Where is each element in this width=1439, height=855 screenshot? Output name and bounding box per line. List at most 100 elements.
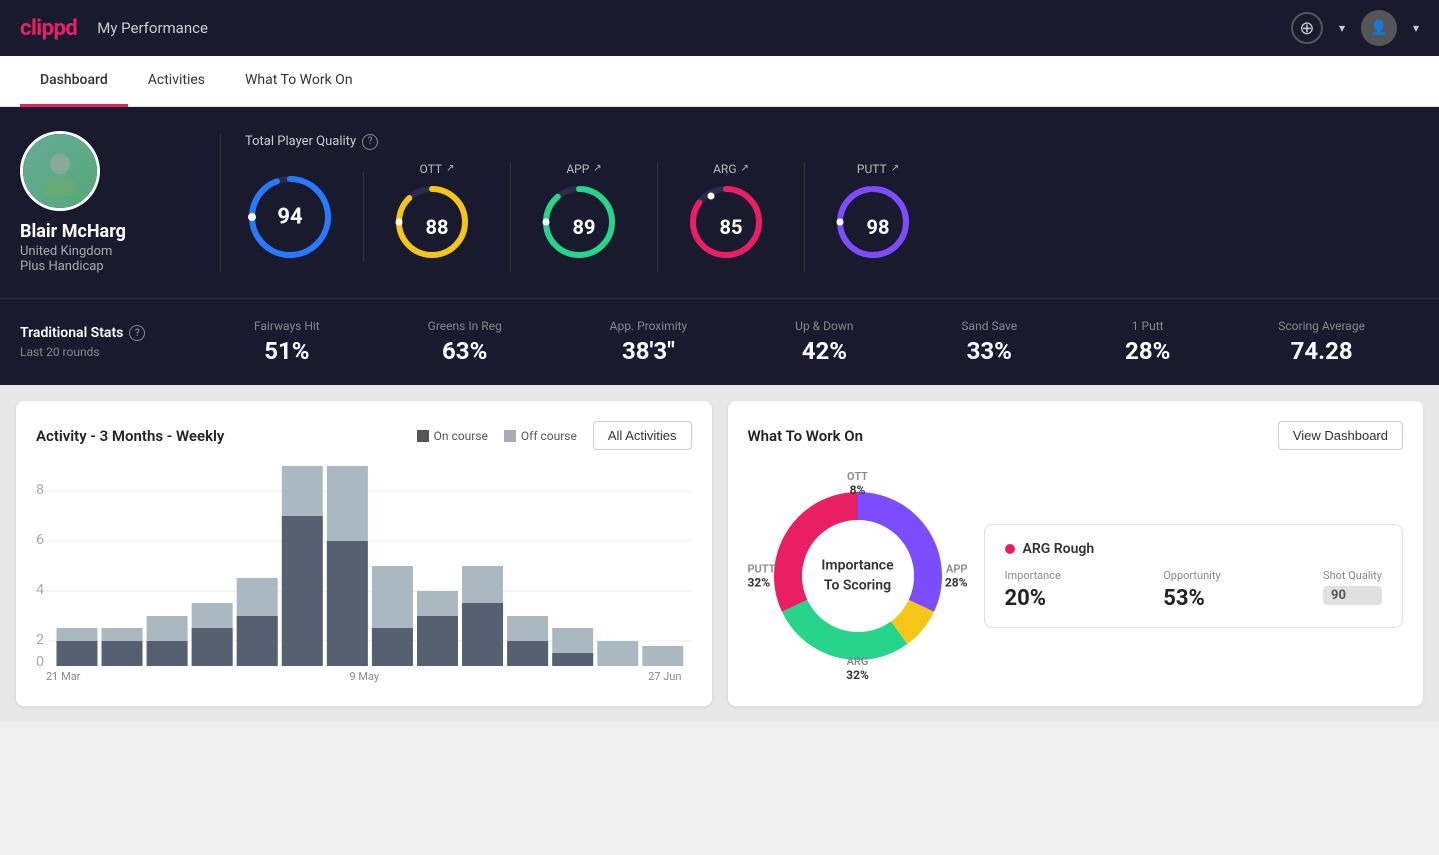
avatar-chevron-icon: ▾ (1413, 21, 1419, 35)
trad-label: Traditional Stats ? (20, 325, 200, 341)
traditional-stats: Traditional Stats ? Last 20 rounds Fairw… (0, 298, 1439, 385)
trad-sublabel: Last 20 rounds (20, 345, 200, 359)
trad-stat-value: 42% (802, 337, 847, 365)
chart-area: 8 6 4 2 0 21 Mar 9 May 27 Jun (36, 466, 692, 686)
score-putt: PUTT ↗ 98 (805, 162, 951, 272)
bar-on-course (507, 641, 548, 666)
trad-stat-label: Greens In Reg (428, 319, 502, 333)
bar-on-course (147, 641, 188, 666)
trad-stat: Sand Save 33% (961, 319, 1017, 365)
score-arg: ARG ↗ 85 (658, 162, 805, 272)
arg-arrow-icon: ↗ (741, 163, 749, 174)
putt-donut-label: PUTT 32% (748, 563, 776, 590)
all-activities-button[interactable]: All Activities (593, 421, 692, 450)
bar-on-course (56, 641, 97, 666)
score-total: 94 (245, 172, 364, 262)
trad-stat-value: 74.28 (1291, 337, 1353, 365)
header: clippd My Performance ⊕ ▾ 👤 ▾ (0, 0, 1439, 56)
donut-center-text: ImportanceTo Scoring (821, 556, 893, 595)
tab-dashboard[interactable]: Dashboard (20, 56, 128, 107)
player-info: Blair McHarg United Kingdom Plus Handica… (20, 131, 220, 274)
logo-text: clippd (20, 16, 77, 41)
avatar[interactable]: 👤 (1361, 10, 1397, 46)
importance-value: 20% (1005, 586, 1061, 611)
stats-section: Blair McHarg United Kingdom Plus Handica… (0, 107, 1439, 298)
svg-text:8: 8 (36, 482, 44, 498)
view-dashboard-button[interactable]: View Dashboard (1278, 421, 1403, 450)
trad-stat: Scoring Average 74.28 (1278, 319, 1365, 365)
shot-quality-label: Shot Quality (1323, 569, 1382, 582)
total-quality-info-icon[interactable]: ? (362, 134, 378, 150)
work-on-title: What To Work On (748, 427, 864, 445)
work-on-panel: What To Work On View Dashboard (728, 401, 1424, 706)
nav-tabs: Dashboard Activities What To Work On (0, 56, 1439, 107)
chart-x-labels: 21 Mar 9 May 27 Jun (36, 670, 692, 683)
bar-on-course (327, 541, 368, 666)
avatar-initials: 👤 (1370, 20, 1387, 36)
trad-stat-value: 38'3" (622, 337, 675, 365)
arg-stats-row: Importance 20% Opportunity 53% Shot Qual… (1005, 569, 1383, 611)
svg-text:2: 2 (36, 632, 44, 648)
player-handicap: Plus Handicap (20, 259, 104, 274)
score-total-value: 94 (277, 204, 302, 229)
chart-legend: On course Off course (417, 429, 577, 443)
x-label-1: 21 Mar (46, 670, 80, 683)
player-avatar-image (23, 134, 97, 208)
arg-importance: Importance 20% (1005, 569, 1061, 611)
legend-on-course: On course (417, 429, 488, 443)
trad-stat: 1 Putt 28% (1125, 319, 1170, 365)
score-app-label: APP ↗ (566, 162, 601, 176)
ott-arrow-icon: ↗ (446, 163, 454, 174)
tab-activities[interactable]: Activities (128, 56, 225, 107)
app-donut-label: APP 28% (945, 563, 968, 590)
score-ott: OTT ↗ 88 (364, 162, 511, 272)
bar-on-course (372, 628, 413, 666)
bar-off-course (597, 641, 638, 666)
trad-stat-label: App. Proximity (610, 319, 688, 333)
arg-donut-label: ARG 32% (846, 655, 869, 682)
score-putt-value: 98 (867, 215, 890, 239)
trad-stat: Up & Down 42% (795, 319, 853, 365)
activity-chart-header: Activity - 3 Months - Weekly On course O… (36, 421, 692, 450)
player-name: Blair McHarg (20, 221, 126, 242)
trad-stat: App. Proximity 38'3" (610, 319, 688, 365)
circle-app: 89 (539, 182, 629, 272)
trad-stat-label: Sand Save (961, 319, 1017, 333)
bar-on-course (237, 616, 278, 666)
circle-total: 94 (245, 172, 335, 262)
arg-rough-card: ARG Rough Importance 20% Opportunity 53%… (984, 524, 1404, 628)
player-avatar (20, 131, 100, 211)
score-arg-label: ARG ↗ (713, 162, 749, 176)
player-country: United Kingdom (20, 244, 112, 259)
trad-stat-label: Scoring Average (1278, 319, 1365, 333)
add-button[interactable]: ⊕ (1291, 12, 1323, 44)
work-on-header: What To Work On View Dashboard (748, 421, 1404, 450)
bar-on-course (417, 616, 458, 666)
plus-icon: ⊕ (1299, 18, 1314, 39)
scores-area: Total Player Quality ? 94 OTT (220, 134, 1419, 272)
circle-putt: 98 (833, 182, 923, 272)
trad-stat-label: Fairways Hit (254, 319, 320, 333)
trad-stat-label: Up & Down (795, 319, 853, 333)
arg-card-title: ARG Rough (1005, 541, 1383, 557)
scores-row: 94 OTT ↗ 88 (245, 162, 1419, 272)
opportunity-value: 53% (1163, 586, 1220, 611)
bar-on-course (552, 653, 593, 666)
header-right: ⊕ ▾ 👤 ▾ (1291, 10, 1419, 46)
svg-text:4: 4 (36, 582, 44, 598)
total-quality-label: Total Player Quality ? (245, 134, 1419, 150)
trad-info-icon[interactable]: ? (129, 325, 145, 341)
importance-label: Importance (1005, 569, 1061, 582)
x-label-2: 9 May (349, 670, 379, 683)
score-arg-value: 85 (720, 215, 743, 239)
activity-chart-panel: Activity - 3 Months - Weekly On course O… (16, 401, 712, 706)
on-course-label: On course (434, 429, 488, 443)
score-putt-label: PUTT ↗ (857, 162, 899, 176)
bar-on-course (192, 628, 233, 666)
off-course-label: Off course (521, 429, 577, 443)
ott-donut-label: OTT 8% (847, 470, 868, 497)
circle-arg: 85 (686, 182, 776, 272)
activity-chart-title: Activity - 3 Months - Weekly (36, 427, 224, 445)
tab-what-to-work-on[interactable]: What To Work On (225, 56, 373, 107)
logo: clippd My Performance (20, 16, 208, 41)
